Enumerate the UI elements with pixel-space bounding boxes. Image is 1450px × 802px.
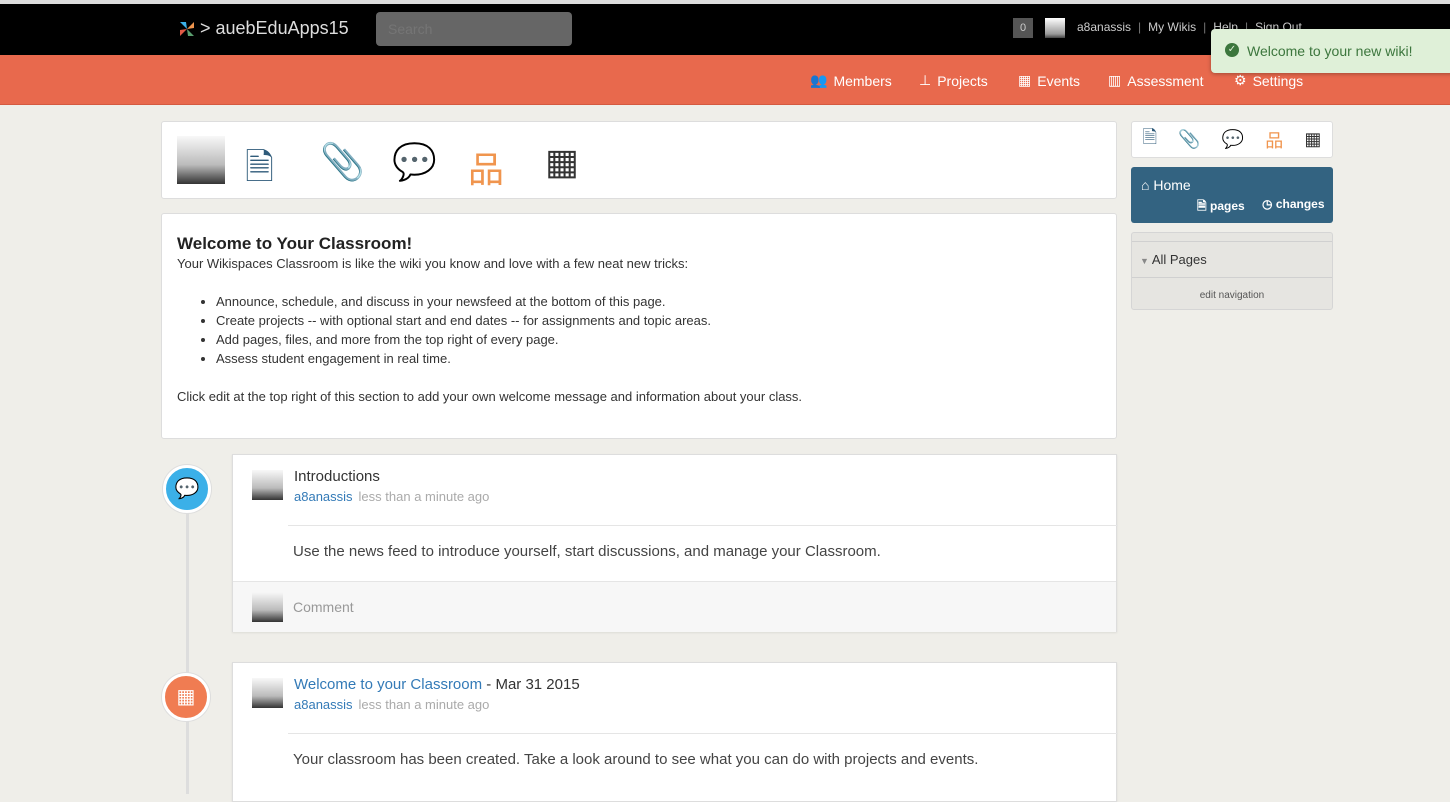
timeline-line (186, 490, 189, 794)
nav-assessment[interactable]: ▥ Assessment (1108, 72, 1203, 89)
nav-members[interactable]: 👥 Members (810, 72, 892, 89)
pages-label: pages (1210, 199, 1245, 213)
page-icon[interactable]: 🗎 (1143, 125, 1157, 155)
nav-projects[interactable]: ⊥ Projects (919, 72, 988, 89)
edit-navigation-link[interactable]: edit navigation (1132, 290, 1332, 301)
calendar-icon: ▦ (1018, 72, 1032, 88)
nav-events[interactable]: ▦ Events (1018, 72, 1080, 89)
author-avatar[interactable] (252, 678, 283, 708)
username-link[interactable]: a8anassis (1077, 20, 1131, 34)
add-page-icon[interactable]: 🗎 (245, 141, 274, 202)
sitemap-icon: ⊥ (919, 72, 932, 88)
discussion-speech-bubble-icon: 💬 (163, 465, 211, 513)
paperclip-icon[interactable]: 📎 (1178, 129, 1200, 150)
comment-input[interactable]: Comment (293, 599, 354, 615)
divider (288, 525, 1118, 526)
toast-text: Welcome to your new wiki! (1247, 43, 1413, 59)
my-wikis-link[interactable]: My Wikis (1148, 20, 1196, 34)
divider (288, 733, 1118, 734)
welcome-toast: ✓ Welcome to your new wiki! (1211, 29, 1450, 73)
nav-label: Projects (937, 72, 988, 89)
nav-label: Assessment (1127, 72, 1204, 89)
author-avatar[interactable] (252, 470, 283, 500)
post-body: Your classroom has been created. Take a … (293, 751, 979, 768)
comment-bar: Comment (233, 581, 1116, 632)
event-title-link[interactable]: Welcome to your Classroom (294, 676, 482, 693)
page-icon: 🗎 (1197, 199, 1207, 213)
divider (1132, 241, 1332, 242)
welcome-bullet: Create projects -- with optional start a… (216, 311, 1101, 330)
add-content-toolbar (161, 121, 1117, 199)
wiki-thumbnail[interactable] (177, 136, 225, 184)
welcome-intro: Your Wikispaces Classroom is like the wi… (177, 256, 689, 271)
notification-count[interactable]: 0 (1013, 18, 1033, 38)
home-icon: ⌂ (1141, 177, 1150, 193)
post-time: less than a minute ago (358, 697, 490, 712)
welcome-bullet: Assess student engagement in real time. (216, 349, 1101, 368)
welcome-section: Welcome to Your Classroom! Your Wikispac… (161, 213, 1117, 439)
event-calendar-icon: ▦ (162, 673, 210, 721)
clock-icon: ◷ (1262, 197, 1273, 211)
users-icon: 👥 (810, 72, 828, 88)
welcome-footer: Click edit at the top right of this sect… (177, 389, 803, 404)
gear-icon: ⚙ (1234, 72, 1247, 88)
wikispaces-logo-icon[interactable] (176, 18, 198, 40)
all-pages-label: All Pages (1151, 252, 1207, 267)
pages-link[interactable]: 🗎 pages (1197, 197, 1245, 218)
home-link[interactable]: ⌂ Home (1141, 177, 1191, 193)
add-event-calendar-icon[interactable]: ▦ (545, 141, 579, 183)
feed-item-introductions: Introductions a8anassis less than a minut… (232, 454, 1118, 632)
post-title[interactable]: Introductions (294, 468, 489, 485)
nav-label: Members (833, 72, 892, 89)
sitemap-icon[interactable]: 品 (1265, 127, 1283, 153)
divider (1132, 277, 1332, 278)
changes-label: changes (1275, 197, 1325, 211)
add-project-icon[interactable]: 品 (468, 141, 504, 193)
post-time: less than a minute ago (358, 489, 490, 504)
all-pages-toggle[interactable]: ▼ All Pages (1140, 252, 1207, 267)
home-label: Home (1153, 177, 1191, 193)
add-discussion-icon[interactable]: 💬 (392, 141, 437, 183)
changes-link[interactable]: ◷ changes (1262, 197, 1325, 211)
sidebar-add-toolbar: 🗎 📎 💬 品 ▦ (1131, 121, 1333, 158)
nav-label: Events (1037, 72, 1081, 89)
add-file-paperclip-icon[interactable]: 📎 (320, 141, 365, 183)
caret-down-icon: ▼ (1140, 256, 1149, 266)
author-link[interactable]: a8anassis (294, 489, 353, 504)
navigation-box: ▼ All Pages edit navigation (1131, 232, 1333, 310)
my-avatar (252, 592, 283, 622)
author-link[interactable]: a8anassis (294, 697, 353, 712)
speech-bubble-icon[interactable]: 💬 (1222, 129, 1244, 150)
welcome-title: Welcome to Your Classroom! (177, 234, 413, 253)
calendar-icon[interactable]: ▦ (1304, 129, 1321, 150)
user-avatar[interactable] (1045, 18, 1065, 38)
wiki-name[interactable]: > auebEduApps15 (200, 18, 349, 39)
feed-item-welcome: Welcome to your Classroom - Mar 31 2015 … (232, 662, 1118, 802)
home-nav-box: ⌂ Home 🗎 pages ◷ changes (1131, 167, 1333, 223)
nav-label: Settings (1252, 72, 1304, 89)
search-input[interactable] (376, 12, 572, 46)
welcome-bullet: Announce, schedule, and discuss in your … (216, 292, 1101, 311)
check-circle-icon: ✓ (1225, 43, 1239, 57)
post-body: Use the news feed to introduce yourself,… (293, 543, 881, 560)
nav-settings[interactable]: ⚙ Settings (1234, 72, 1303, 89)
event-date: - Mar 31 2015 (482, 676, 580, 693)
welcome-bullet: Add pages, files, and more from the top … (216, 330, 1101, 349)
chart-icon: ▥ (1108, 72, 1122, 88)
